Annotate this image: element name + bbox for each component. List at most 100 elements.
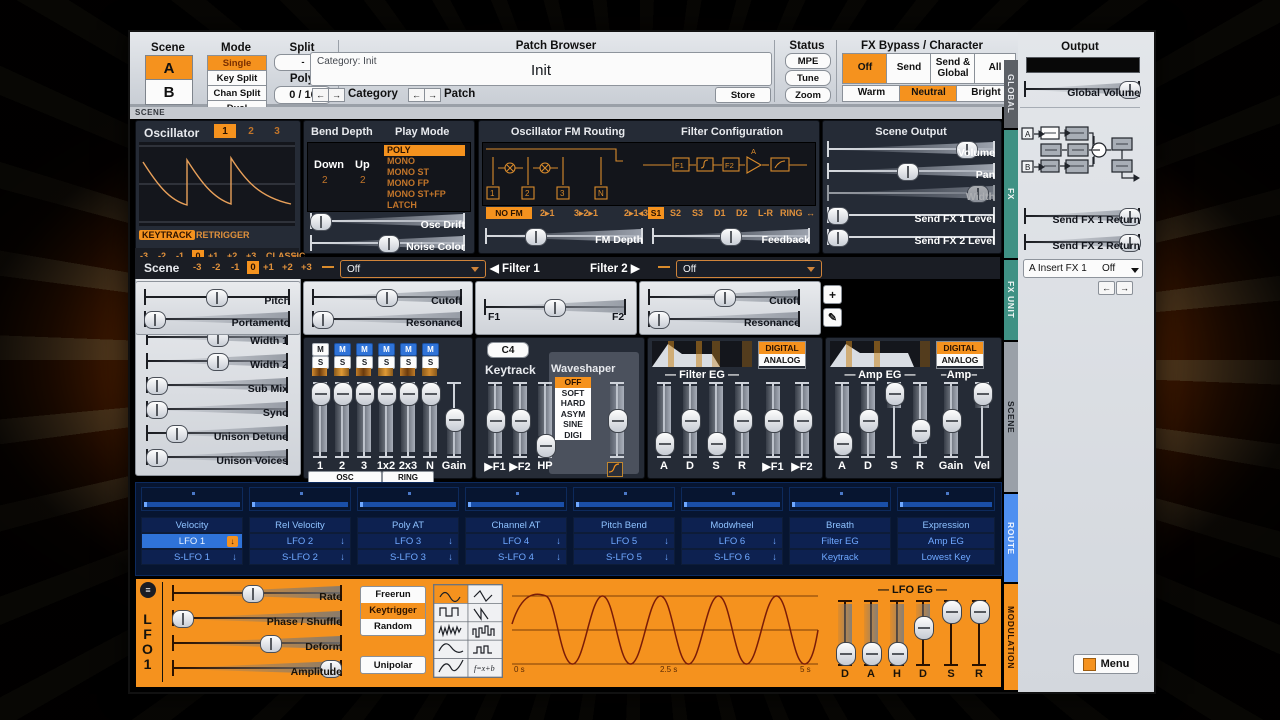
filter1-nav-label[interactable]: ◀ Filter 1 (490, 261, 540, 275)
mod-source-slfo-5[interactable]: S-LFO 5 ↓ (573, 549, 675, 565)
amp-gain-fader[interactable]: Gain (939, 382, 963, 472)
mod-source-slfo-3[interactable]: S-LFO 3 ↓ (357, 549, 459, 565)
filter-eg-a-fader[interactable]: A (655, 382, 675, 472)
mod-arrow-icon[interactable]: ↓ (556, 552, 561, 563)
waveshaper-asym[interactable]: ASYM (555, 408, 591, 419)
filter-add-button[interactable]: + (823, 285, 842, 304)
fx-character-warm[interactable]: Warm (842, 85, 901, 102)
mod-arrow-icon[interactable]: ↓ (772, 536, 777, 547)
mod-source-slfo-6[interactable]: S-LFO 6 ↓ (681, 549, 783, 565)
amp-vel-fader[interactable]: Vel (973, 382, 993, 472)
filter-config-s3[interactable]: S3 (692, 208, 703, 218)
status-tune-button[interactable]: Tune (785, 70, 831, 86)
filter2-type-select[interactable]: Off (676, 260, 822, 278)
mod-source-lfo-2[interactable]: LFO 2 ↓ (249, 533, 351, 549)
mod-source-keytrack[interactable]: Keytrack (789, 549, 891, 565)
waveshaper-sine[interactable]: SINE (555, 419, 591, 430)
scene-octave-minus-1[interactable]: -1 (231, 262, 239, 273)
mixer-mute-2[interactable]: M (334, 343, 351, 356)
mod-slider-5[interactable] (573, 487, 675, 511)
mixer-mute-3[interactable]: M (356, 343, 373, 356)
mixer-mute-1[interactable]: M (312, 343, 329, 356)
mod-source-lfo-1[interactable]: LFO 1 ↓ (141, 533, 243, 549)
mod-slider-8[interactable] (897, 487, 995, 511)
mod-source-lfo-3[interactable]: LFO 3 ↓ (357, 533, 459, 549)
lfo-rate-slider[interactable]: Rate (172, 584, 342, 603)
filter-eg-mode[interactable]: DIGITAL ANALOG (758, 341, 806, 369)
mod-arrow-icon[interactable]: ↓ (340, 536, 345, 547)
store-button[interactable]: Store (715, 87, 771, 103)
mod-source-slfo-2[interactable]: S-LFO 2 ↓ (249, 549, 351, 565)
lfo-shape-grid[interactable]: f=x+b (433, 584, 503, 678)
fm-mode-2to1[interactable]: 2▸1 (540, 208, 555, 219)
play-mode-mono[interactable]: MONO (384, 156, 465, 167)
scene-width-slider[interactable]: Width (827, 184, 995, 203)
scene-octave-zero[interactable]: 0 (247, 261, 259, 274)
mod-source-slfo-1[interactable]: S-LFO 1 ↓ (141, 549, 243, 565)
mixer-mute-n[interactable]: M (422, 343, 439, 356)
lfo-phase-slider[interactable]: Phase / Shuffle (172, 609, 342, 628)
noise-color-slider[interactable]: Noise Color (310, 234, 465, 253)
mod-source-pitch-bend[interactable]: Pitch Bend (573, 517, 675, 533)
osc-width2-slider[interactable]: Width 2 (146, 352, 288, 371)
osc-unison-voices-slider[interactable]: Unison Voices (146, 448, 288, 467)
scene-octave-minus-2[interactable]: -2 (212, 262, 220, 273)
bend-up-value[interactable]: 2 (360, 175, 366, 186)
bend-down-value[interactable]: 2 (322, 175, 328, 186)
waveshaper-digi[interactable]: DIGI (555, 429, 591, 440)
mod-slider-3[interactable] (357, 487, 459, 511)
mod-source-filter-eg[interactable]: Filter EG (789, 533, 891, 549)
lfo-trigger-random[interactable]: Random (361, 619, 425, 635)
mod-source-amp-eg[interactable]: Amp EG (897, 533, 995, 549)
filter1-type-select[interactable]: Off (340, 260, 486, 278)
filter-config-swap[interactable]: ↔ (806, 208, 815, 218)
fm-mode-no-fm[interactable]: NO FM (486, 207, 532, 219)
mixer-fader-1[interactable]: 1 (311, 382, 331, 472)
amp-eg-d-fader[interactable]: D (859, 382, 879, 472)
filter-balance-slider[interactable] (484, 298, 626, 317)
mod-arrow-icon[interactable]: ↓ (556, 536, 561, 547)
side-tab-fx[interactable]: FX (1004, 130, 1018, 258)
play-mode-list[interactable]: POLY MONO MONO ST MONO FP MONO ST+FP LAT… (384, 145, 465, 211)
oscillator-tab-2[interactable]: 2 (242, 124, 260, 138)
patch-prev-button[interactable]: ← (408, 88, 425, 102)
filter2-cutoff-slider[interactable]: Cutoff (648, 288, 800, 307)
status-mpe-button[interactable]: MPE (785, 53, 831, 69)
play-mode-mono-fp[interactable]: MONO FP (384, 178, 465, 189)
mixer-route-3[interactable] (356, 368, 371, 376)
mod-source-rel-velocity[interactable]: Rel Velocity (249, 517, 351, 533)
waveshaper-off[interactable]: OFF (555, 377, 591, 388)
keytrack-f2-fader[interactable]: ▶F2 (509, 382, 531, 473)
lfo-amplitude-slider[interactable]: Amplitude (172, 659, 342, 678)
mod-source-lfo-4[interactable]: LFO 4 ↓ (465, 533, 567, 549)
fx-character-neutral[interactable]: Neutral (899, 85, 958, 102)
mod-source-poly-at[interactable]: Poly AT (357, 517, 459, 533)
side-tab-scene[interactable]: SCENE (1004, 342, 1018, 492)
waveshaper-curve-icon[interactable] (607, 462, 623, 477)
mixer-route-n[interactable] (422, 368, 437, 376)
mixer-route-1[interactable] (312, 368, 327, 376)
lfo-eg-delay-fader[interactable]: D (836, 600, 856, 680)
osc-drift-slider[interactable]: Osc Drift (310, 212, 465, 231)
fx-bypass-off[interactable]: Off (842, 53, 888, 84)
insert-fx-next[interactable]: → (1116, 281, 1133, 295)
mod-source-lfo-6[interactable]: LFO 6 ↓ (681, 533, 783, 549)
filter-config-s2[interactable]: S2 (670, 208, 681, 218)
send-fx1-return-slider[interactable]: Send FX 1 Return (1024, 207, 1141, 226)
filter-edit-button[interactable]: ✎ (823, 308, 842, 327)
mixer-mute-2x3[interactable]: M (400, 343, 417, 356)
amp-eg-s-fader[interactable]: S (885, 382, 905, 472)
play-mode-mono-st[interactable]: MONO ST (384, 167, 465, 178)
play-mode-mono-st-fp[interactable]: MONO ST+FP (384, 189, 465, 200)
mod-arrow-icon[interactable]: ↓ (664, 536, 669, 547)
scene-octave-minus-3[interactable]: -3 (193, 262, 201, 273)
mod-arrow-icon[interactable]: ↓ (227, 535, 238, 547)
send-fx1-level-slider[interactable]: Send FX 1 Level (827, 206, 995, 225)
status-zoom-button[interactable]: Zoom (785, 87, 831, 103)
oscillator-tab-3[interactable]: 3 (268, 124, 286, 138)
amp-eg-a-fader[interactable]: A (833, 382, 853, 472)
lfo-eg-sustain-fader[interactable]: S (942, 600, 962, 680)
filter-config-d1[interactable]: D1 (714, 208, 726, 218)
lfo-eg-decay-fader[interactable]: D (914, 600, 934, 680)
waveshaper-hard[interactable]: HARD (555, 398, 591, 409)
